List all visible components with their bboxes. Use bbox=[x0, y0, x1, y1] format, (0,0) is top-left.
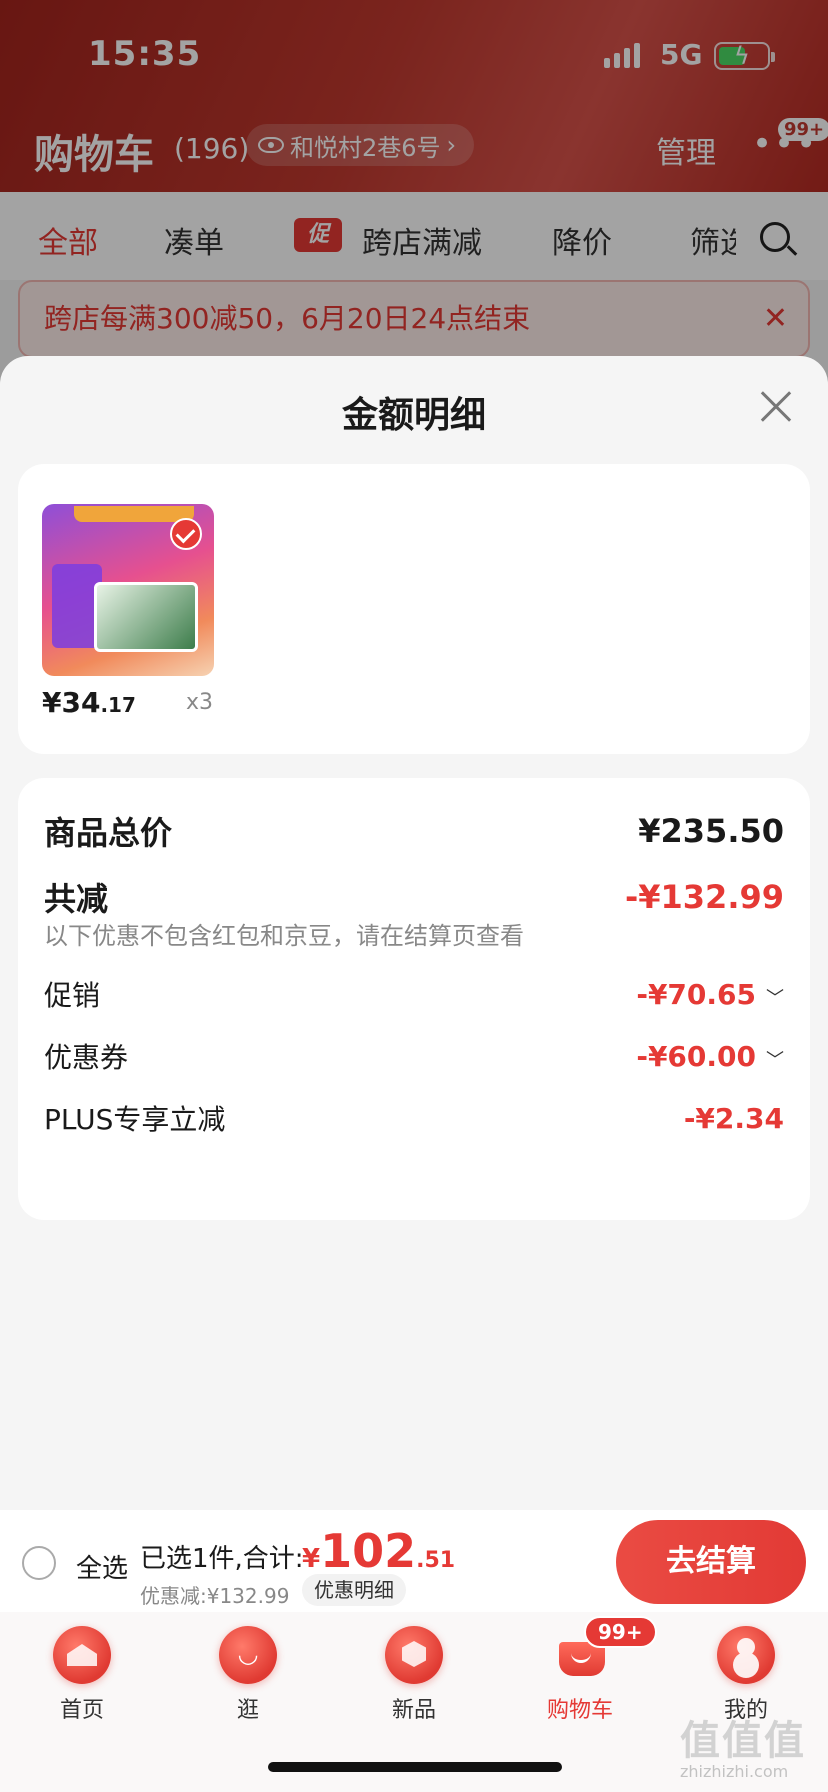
new-icon bbox=[385, 1626, 443, 1684]
watermark-url: zhizhizhi.com bbox=[680, 1762, 789, 1781]
nav-label: 新品 bbox=[391, 1698, 436, 1723]
selected-summary: 已选1件,合计: bbox=[140, 1544, 304, 1574]
explore-icon bbox=[219, 1626, 277, 1684]
total-reduction-value: -¥132.99 bbox=[624, 878, 784, 916]
product-price: ¥34.17 bbox=[42, 686, 136, 719]
sheet-title: 金额明细 bbox=[341, 395, 486, 436]
home-icon bbox=[53, 1626, 111, 1684]
coupon-value: -¥60.00 bbox=[636, 1039, 756, 1073]
total-price-value: ¥235.50 bbox=[638, 812, 784, 850]
nav-label: 首页 bbox=[59, 1698, 104, 1723]
product-quantity: x3 bbox=[186, 690, 214, 715]
nav-label: 购物车 bbox=[546, 1698, 613, 1723]
chevron-down-icon: ﹀ bbox=[766, 1049, 784, 1071]
select-all-label[interactable]: 全选 bbox=[76, 1548, 128, 1585]
coupon-label: 优惠券 bbox=[44, 1041, 129, 1074]
plus-discount-label: PLUS专享立减 bbox=[44, 1103, 226, 1136]
discount-detail-button[interactable]: 优惠明细 bbox=[302, 1574, 406, 1606]
promotion-row[interactable]: 促销 -¥70.65 ﹀ bbox=[44, 974, 784, 1014]
cart-badge: 99+ bbox=[584, 1616, 657, 1648]
total-price-label: 商品总价 bbox=[44, 814, 173, 852]
check-icon bbox=[170, 518, 202, 550]
product-image[interactable] bbox=[42, 504, 214, 676]
plus-discount-value: -¥2.34 bbox=[683, 1101, 784, 1135]
close-icon[interactable] bbox=[756, 386, 796, 426]
total-reduction-row: 共减 -¥132.99 bbox=[44, 874, 784, 920]
checkout-button[interactable]: 去结算 bbox=[616, 1520, 806, 1604]
promotion-label: 促销 bbox=[44, 979, 101, 1012]
discount-total: 优惠减:¥132.99 bbox=[140, 1584, 290, 1608]
nav-label: 逛 bbox=[236, 1698, 259, 1723]
discount-note: 以下优惠不包含红包和京豆，请在结算页查看 bbox=[44, 922, 524, 950]
profile-icon bbox=[717, 1626, 775, 1684]
total-price-row: 商品总价 ¥235.50 bbox=[44, 808, 784, 854]
coupon-row[interactable]: 优惠券 -¥60.00 ﹀ bbox=[44, 1036, 784, 1076]
checkout-bar: 全选 已选1件,合计: ¥102.51 优惠减:¥132.99 优惠明细 去结算 bbox=[0, 1510, 828, 1612]
home-indicator bbox=[268, 1762, 562, 1772]
select-all-checkbox[interactable] bbox=[22, 1546, 56, 1580]
price-breakdown-card: 商品总价 ¥235.50 共减 -¥132.99 以下优惠不包含红包和京豆，请在… bbox=[18, 778, 810, 1220]
promotion-value: -¥70.65 bbox=[636, 977, 756, 1011]
product-card: ¥34.17 x3 bbox=[18, 464, 810, 754]
nav-item-explore[interactable]: 逛 bbox=[198, 1626, 298, 1724]
checkout-total: ¥102.51 bbox=[302, 1524, 456, 1578]
nav-item-home[interactable]: 首页 bbox=[32, 1626, 132, 1724]
nav-item-new[interactable]: 新品 bbox=[364, 1626, 464, 1724]
plus-discount-row: PLUS专享立减 -¥2.34 bbox=[44, 1098, 784, 1138]
chevron-down-icon: ﹀ bbox=[766, 987, 784, 1009]
total-reduction-label: 共减 bbox=[44, 880, 109, 918]
watermark-logo: 值值值 bbox=[680, 1718, 806, 1764]
